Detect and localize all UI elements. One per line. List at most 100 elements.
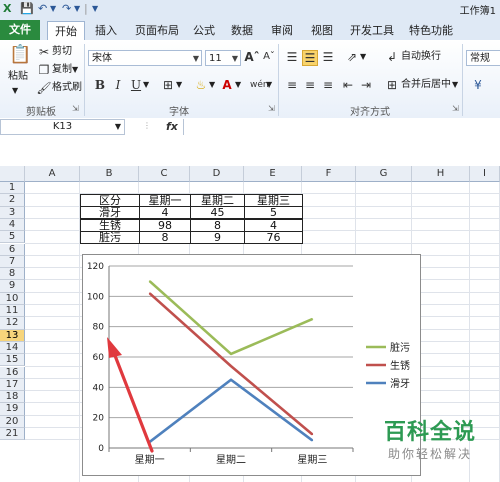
table-cell[interactable]: 滑牙 <box>80 206 140 220</box>
copy-icon[interactable]: ❐ <box>36 63 52 77</box>
tab-developer[interactable]: 开发工具 <box>346 21 398 40</box>
column-header-f[interactable]: F <box>302 166 356 182</box>
fill-color-dropdown-icon[interactable]: ▼ <box>209 78 215 92</box>
column-header-b[interactable]: B <box>80 166 139 182</box>
row-header-21[interactable]: 21 <box>0 428 25 441</box>
row-header-20[interactable]: 20 <box>0 415 25 428</box>
increase-indent-icon[interactable]: ⇥ <box>358 78 374 92</box>
row-header-14[interactable]: 14 <box>0 341 25 355</box>
wrap-text-button[interactable]: 自动换行 <box>401 50 441 64</box>
name-box[interactable]: K13 ▼ <box>0 119 125 135</box>
paste-dropdown-icon[interactable]: ▼ <box>12 84 18 98</box>
tab-insert[interactable]: 插入 <box>90 21 122 40</box>
align-center-icon[interactable]: ≡ <box>302 78 318 92</box>
copy-dropdown-icon[interactable]: ▼ <box>72 63 78 77</box>
italic-button[interactable]: I <box>110 78 126 92</box>
underline-dropdown-icon[interactable]: ▼ <box>143 78 149 92</box>
redo-dropdown-icon[interactable]: ▼ <box>74 1 80 16</box>
column-header-c[interactable]: C <box>139 166 190 182</box>
alignment-launcher-icon[interactable]: ⇲ <box>452 104 459 113</box>
table-cell[interactable]: 脏污 <box>80 231 140 245</box>
column-header-h[interactable]: H <box>412 166 470 182</box>
font-name-select[interactable]: 宋体 ▼ <box>88 50 202 66</box>
row-header-10[interactable]: 10 <box>0 292 25 305</box>
phonetic-icon[interactable]: wén <box>250 78 269 92</box>
copy-button[interactable]: 复制 <box>52 63 72 77</box>
clipboard-launcher-icon[interactable]: ⇲ <box>72 104 79 113</box>
row-header-11[interactable]: 11 <box>0 305 25 318</box>
tab-home[interactable]: 开始 <box>47 21 85 41</box>
tab-data[interactable]: 数据 <box>226 21 258 40</box>
row-header-6[interactable]: 6 <box>0 243 25 256</box>
format-painter-button[interactable]: 格式刷 <box>52 81 82 95</box>
tab-view[interactable]: 视图 <box>306 21 338 40</box>
row-header-17[interactable]: 17 <box>0 378 25 392</box>
row-header-12[interactable]: 12 <box>0 317 25 330</box>
table-cell[interactable]: 76 <box>244 231 303 245</box>
row-header-8[interactable]: 8 <box>0 268 25 281</box>
table-cell[interactable]: 45 <box>190 206 245 220</box>
fill-color-icon[interactable]: ♨ <box>193 78 209 92</box>
decrease-font-icon[interactable]: Aˇ <box>261 50 277 64</box>
merge-center-icon[interactable]: ⊞ <box>384 78 400 92</box>
row-header-13[interactable]: 13 <box>0 329 25 342</box>
merge-dropdown-icon[interactable]: ▼ <box>452 78 458 92</box>
row-header-18[interactable]: 18 <box>0 391 25 404</box>
orientation-dropdown-icon[interactable]: ▼ <box>360 50 366 64</box>
decrease-indent-icon[interactable]: ⇤ <box>340 78 356 92</box>
formula-bar-resize-icon[interactable]: ⋮ <box>143 121 151 130</box>
cut-icon[interactable]: ✂ <box>36 45 52 59</box>
currency-format-icon[interactable]: ¥ <box>470 78 486 92</box>
paste-icon[interactable]: 📋 <box>9 44 31 66</box>
font-launcher-icon[interactable]: ⇲ <box>268 104 275 113</box>
table-cell[interactable]: 4 <box>139 206 191 220</box>
column-header-i[interactable]: I <box>470 166 500 182</box>
select-all-corner[interactable] <box>0 166 25 182</box>
row-header-15[interactable]: 15 <box>0 354 25 367</box>
customize-quick-access-icon[interactable]: ▼ <box>92 1 98 16</box>
insert-function-button[interactable]: fx <box>166 120 178 133</box>
column-header-g[interactable]: G <box>356 166 412 182</box>
phonetic-dropdown-icon[interactable]: ▼ <box>266 78 272 92</box>
align-middle-icon[interactable]: ☰ <box>302 50 318 66</box>
merge-center-button[interactable]: 合并后居中 <box>401 78 451 92</box>
save-icon[interactable]: 💾 <box>20 1 34 16</box>
border-dropdown-icon[interactable]: ▼ <box>176 78 182 92</box>
row-header-3[interactable]: 3 <box>0 206 25 219</box>
tab-review[interactable]: 审阅 <box>266 21 298 40</box>
underline-button[interactable]: U <box>128 78 144 92</box>
column-header-e[interactable]: E <box>244 166 302 182</box>
table-cell[interactable]: 8 <box>139 231 191 245</box>
tab-page-layout[interactable]: 页面布局 <box>130 21 184 40</box>
table-cell[interactable]: 9 <box>190 231 245 245</box>
format-painter-icon[interactable]: 🖌 <box>36 81 52 95</box>
table-cell[interactable]: 5 <box>244 206 303 220</box>
font-size-select[interactable]: 11 ▼ <box>205 50 241 66</box>
tab-special-features[interactable]: 特色功能 <box>404 21 458 40</box>
align-left-icon[interactable]: ≡ <box>284 78 300 92</box>
tab-file[interactable]: 文件 <box>0 20 40 40</box>
align-bottom-icon[interactable]: ☰ <box>320 50 336 64</box>
undo-dropdown-icon[interactable]: ▼ <box>50 1 56 16</box>
bold-button[interactable]: B <box>92 78 108 92</box>
row-header-19[interactable]: 19 <box>0 403 25 416</box>
row-header-2[interactable]: 2 <box>0 194 25 207</box>
font-color-icon[interactable]: A <box>219 78 235 92</box>
align-top-icon[interactable]: ☰ <box>284 50 300 64</box>
excel-icon[interactable]: X <box>3 1 11 16</box>
undo-icon[interactable]: ↶ <box>38 1 47 16</box>
number-format-select[interactable]: 常规 <box>466 50 500 66</box>
row-header-16[interactable]: 16 <box>0 366 25 379</box>
cut-button[interactable]: 剪切 <box>52 45 72 59</box>
paste-button[interactable]: 粘贴 <box>8 70 28 84</box>
orientation-icon[interactable]: ⇗ <box>344 50 360 64</box>
column-header-a[interactable]: A <box>25 166 80 182</box>
redo-icon[interactable]: ↷ <box>62 1 71 16</box>
increase-font-icon[interactable]: Aˆ <box>244 50 260 64</box>
row-header-4[interactable]: 4 <box>0 218 25 232</box>
border-icon[interactable]: ⊞ <box>160 78 176 92</box>
formula-input[interactable] <box>183 119 500 135</box>
row-header-9[interactable]: 9 <box>0 280 25 293</box>
row-header-7[interactable]: 7 <box>0 255 25 269</box>
column-header-d[interactable]: D <box>190 166 244 182</box>
